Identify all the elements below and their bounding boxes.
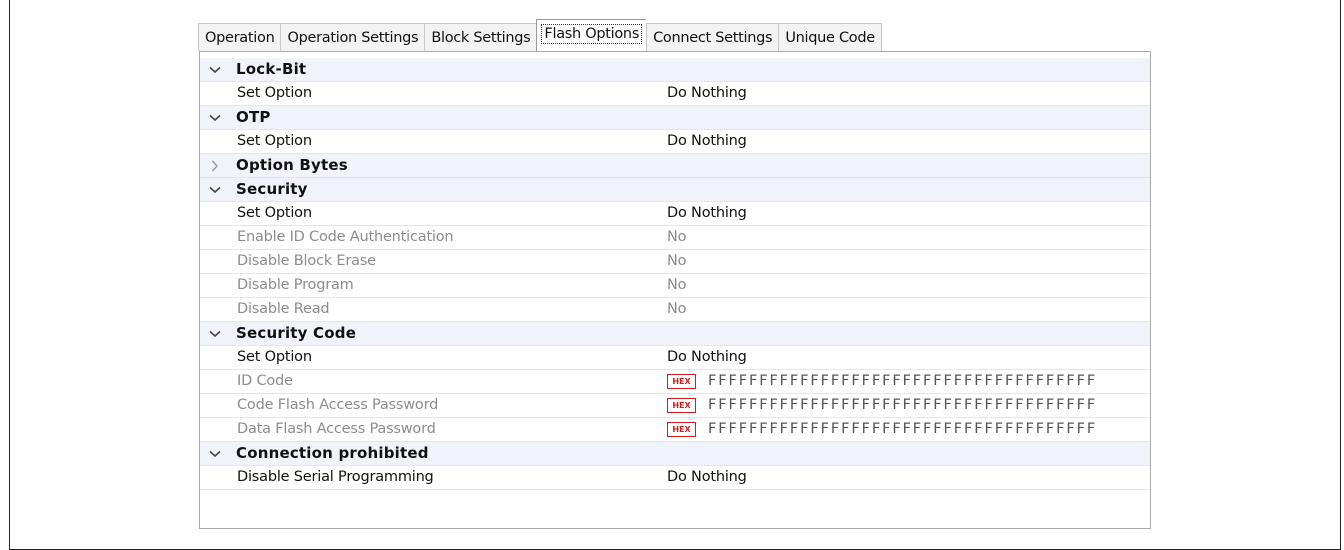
property-label: Disable Block Erase (237, 253, 376, 269)
chevron-down-icon[interactable] (207, 442, 223, 465)
property-row[interactable]: Set Option Do Nothing (200, 202, 1150, 226)
property-value[interactable]: Do Nothing (667, 466, 747, 489)
property-value: No (667, 253, 687, 269)
category-security-code[interactable]: Security Code (200, 322, 1150, 346)
category-security[interactable]: Security (200, 178, 1150, 202)
property-label: Code Flash Access Password (237, 397, 439, 413)
tab-connect-settings[interactable]: Connect Settings (646, 23, 779, 51)
property-row[interactable]: Set Option Do Nothing (200, 130, 1150, 154)
property-row: Enable ID Code Authentication No (200, 226, 1150, 250)
property-grid: Lock-Bit Set Option Do Nothing OTP Set O… (200, 58, 1150, 490)
property-row: Disable Program No (200, 274, 1150, 298)
tab-operation[interactable]: Operation (198, 23, 281, 51)
chevron-down-icon[interactable] (207, 178, 223, 201)
property-row: Data Flash Access Password HEX FFFFFFFFFF… (200, 418, 1150, 442)
category-option-bytes[interactable]: Option Bytes (200, 154, 1150, 178)
property-row: Disable Block Erase No (200, 250, 1150, 274)
tab-flash-options[interactable]: Flash Options (536, 19, 647, 51)
hex-icon: HEX (667, 397, 696, 413)
property-label: Disable Program (237, 277, 354, 293)
property-row: Disable Read No (200, 298, 1150, 322)
flash-options-panel: Lock-Bit Set Option Do Nothing OTP Set O… (199, 51, 1151, 529)
property-row[interactable]: Disable Serial Programming Do Nothing (200, 466, 1150, 490)
property-label: Data Flash Access Password (237, 421, 436, 437)
chevron-down-icon[interactable] (207, 106, 223, 129)
category-lock-bit[interactable]: Lock-Bit (200, 58, 1150, 82)
property-value[interactable]: Do Nothing (667, 130, 747, 153)
property-row: Code Flash Access Password HEX FFFFFFFFFF… (200, 394, 1150, 418)
property-label: Set Option (237, 85, 312, 101)
property-label: Disable Serial Programming (237, 469, 434, 485)
property-label: Set Option (237, 205, 312, 221)
property-label: Enable ID Code Authentication (237, 229, 454, 245)
tab-unique-code[interactable]: Unique Code (778, 23, 882, 51)
category-label: OTP (236, 108, 271, 126)
chevron-down-icon[interactable] (207, 58, 223, 81)
category-connection-prohibited[interactable]: Connection prohibited (200, 442, 1150, 466)
property-label: Disable Read (237, 301, 330, 317)
hex-value: FFFFFFFFFFFFFFFFFFFFFFFFFFFFFFFFFFFFFF (708, 373, 1098, 389)
tab-label: Operation (205, 30, 275, 46)
tab-operation-settings[interactable]: Operation Settings (280, 23, 425, 51)
tab-label: Operation Settings (287, 30, 419, 46)
category-label: Option Bytes (236, 156, 348, 174)
hex-value: FFFFFFFFFFFFFFFFFFFFFFFFFFFFFFFFFFFFFF (708, 397, 1098, 413)
category-label: Security Code (236, 324, 357, 342)
property-value: No (667, 301, 687, 317)
hex-icon: HEX (667, 421, 696, 437)
tab-label: Block Settings (431, 30, 531, 46)
tab-label: Flash Options (541, 24, 643, 44)
property-value[interactable]: Do Nothing (667, 346, 747, 369)
hex-value: FFFFFFFFFFFFFFFFFFFFFFFFFFFFFFFFFFFFFF (708, 421, 1098, 437)
property-row[interactable]: Set Option Do Nothing (200, 346, 1150, 370)
category-label: Security (236, 180, 308, 198)
property-label: Set Option (237, 133, 312, 149)
property-row: ID Code HEX FFFFFFFFFFFFFFFFFFFFFFFFFFFFF… (200, 370, 1150, 394)
property-value: HEX FFFFFFFFFFFFFFFFFFFFFFFFFFFFFFFFFFFFF… (667, 370, 1097, 393)
property-row[interactable]: Set Option Do Nothing (200, 82, 1150, 106)
hex-icon: HEX (667, 373, 696, 389)
tab-label: Unique Code (785, 30, 875, 46)
property-label: ID Code (237, 373, 293, 389)
property-value: HEX FFFFFFFFFFFFFFFFFFFFFFFFFFFFFFFFFFFFF… (667, 394, 1097, 417)
tab-label: Connect Settings (653, 30, 773, 46)
tab-bar: Operation Operation Settings Block Setti… (198, 19, 882, 51)
property-value: No (667, 277, 687, 293)
property-value[interactable]: Do Nothing (667, 82, 747, 105)
chevron-right-icon[interactable] (207, 154, 223, 177)
property-value[interactable]: Do Nothing (667, 202, 747, 225)
property-value: HEX FFFFFFFFFFFFFFFFFFFFFFFFFFFFFFFFFFFFF… (667, 418, 1097, 441)
category-label: Connection prohibited (236, 444, 429, 462)
category-label: Lock-Bit (236, 60, 307, 78)
property-value: No (667, 229, 687, 245)
property-label: Set Option (237, 349, 312, 365)
chevron-down-icon[interactable] (207, 322, 223, 345)
tab-block-settings[interactable]: Block Settings (424, 23, 537, 51)
category-otp[interactable]: OTP (200, 106, 1150, 130)
